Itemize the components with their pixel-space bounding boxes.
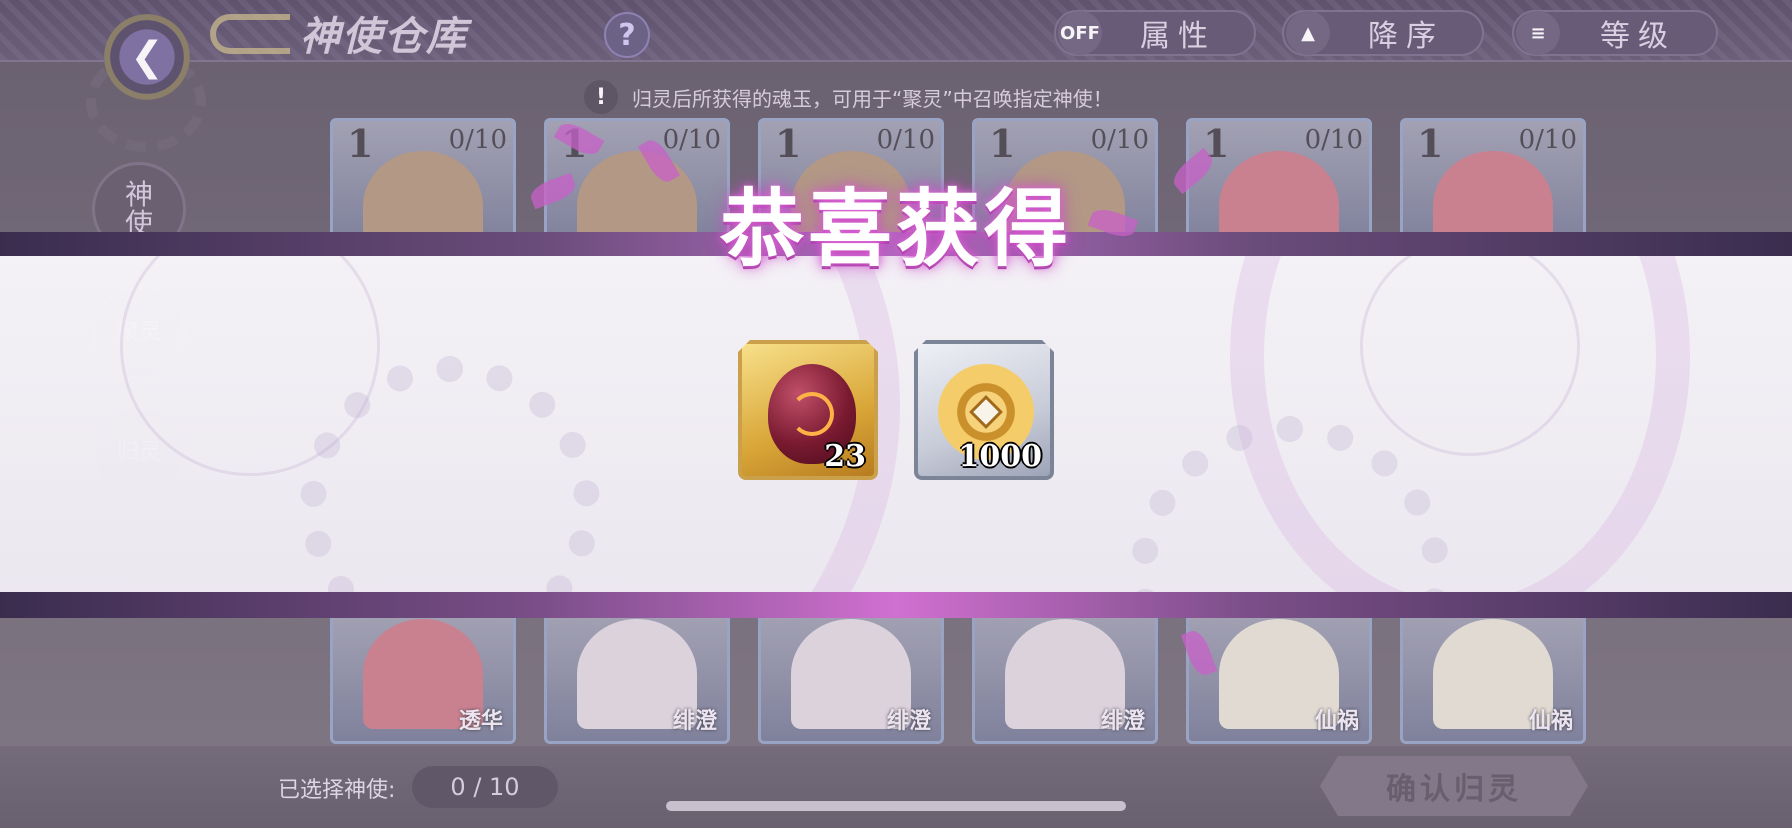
coin-hole <box>969 395 1003 429</box>
reward-panel[interactable] <box>0 256 1792 592</box>
reward-title: 恭喜获得 <box>719 179 1072 278</box>
item-quantity: 23 <box>824 439 866 474</box>
reward-ribbon-bottom <box>0 592 1792 618</box>
reward-item-soul-jade[interactable]: 23 <box>738 340 878 480</box>
reward-item-coin[interactable]: 1000 <box>914 340 1054 480</box>
item-quantity: 1000 <box>958 439 1043 474</box>
flame-swirl-icon <box>790 392 834 436</box>
home-indicator[interactable] <box>666 801 1126 811</box>
